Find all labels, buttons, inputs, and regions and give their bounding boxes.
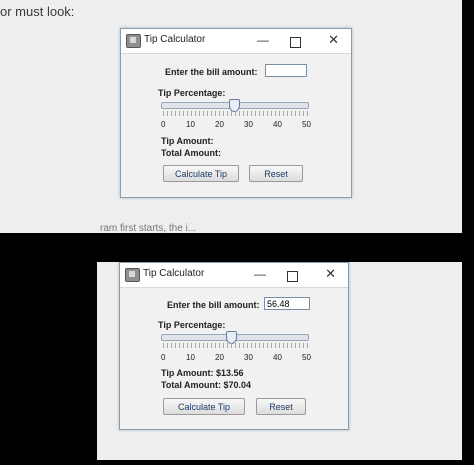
- total-amount-label: Total Amount: $70.04: [161, 380, 252, 390]
- tick-label: 40: [273, 353, 282, 362]
- bill-amount-field[interactable]: [265, 64, 307, 77]
- close-icon[interactable]: ✕: [328, 33, 339, 47]
- tick-label: 20: [215, 353, 224, 362]
- total-amount-label: Total Amount:: [161, 148, 221, 158]
- caption-mid: ram first starts, the i...: [100, 223, 197, 233]
- tick-label: 0: [161, 120, 166, 129]
- title-bar[interactable]: Tip Calculator — ✕: [121, 29, 351, 54]
- tip-percentage-label: Tip Percentage:: [158, 88, 226, 98]
- bill-amount-label: Enter the bill amount:: [167, 300, 260, 310]
- tick-label: 50: [302, 120, 311, 129]
- photo-top: or must look: ram first starts, the i...…: [0, 0, 462, 233]
- window-title: Tip Calculator: [144, 34, 206, 45]
- tick-label: 30: [244, 120, 253, 129]
- minimize-icon[interactable]: —: [254, 267, 266, 281]
- minimize-icon[interactable]: —: [257, 33, 269, 47]
- reset-button[interactable]: Reset: [249, 165, 303, 182]
- title-bar[interactable]: Tip Calculator — ✕: [120, 263, 348, 288]
- calculate-tip-button[interactable]: Calculate Tip: [163, 398, 245, 415]
- bill-amount-field[interactable]: 56.48: [264, 297, 310, 310]
- tick-label: 10: [186, 353, 195, 362]
- slider-ticks: [163, 111, 308, 116]
- java-app-icon: [126, 34, 141, 48]
- close-icon[interactable]: ✕: [325, 267, 336, 281]
- tip-percentage-label: Tip Percentage:: [158, 320, 226, 330]
- java-app-icon: [125, 268, 140, 282]
- caption-top: or must look:: [0, 4, 75, 19]
- tick-label: 30: [244, 353, 253, 362]
- window-content: Enter the bill amount: Tip Percentage: 0…: [121, 54, 351, 196]
- tip-amount-label: Tip Amount: $13.56: [161, 368, 244, 378]
- tip-calculator-window-result: Tip Calculator — ✕ Enter the bill amount…: [119, 262, 349, 430]
- tick-label: 0: [161, 353, 166, 362]
- window-content: Enter the bill amount: 56.48 Tip Percent…: [120, 288, 348, 430]
- window-title: Tip Calculator: [143, 268, 205, 279]
- calculate-tip-button[interactable]: Calculate Tip: [163, 165, 239, 182]
- slider-ticks: [163, 343, 308, 348]
- photo-bottom: Tip Calculator — ✕ Enter the bill amount…: [97, 262, 462, 460]
- tick-label: 40: [273, 120, 282, 129]
- maximize-icon[interactable]: [287, 271, 298, 282]
- tick-label: 10: [186, 120, 195, 129]
- tick-label: 50: [302, 353, 311, 362]
- tip-calculator-window-empty: Tip Calculator — ✕ Enter the bill amount…: [120, 28, 352, 198]
- reset-button[interactable]: Reset: [256, 398, 306, 415]
- tick-label: 20: [215, 120, 224, 129]
- tip-amount-label: Tip Amount:: [161, 136, 214, 146]
- maximize-icon[interactable]: [290, 37, 301, 48]
- bill-amount-label: Enter the bill amount:: [165, 67, 258, 77]
